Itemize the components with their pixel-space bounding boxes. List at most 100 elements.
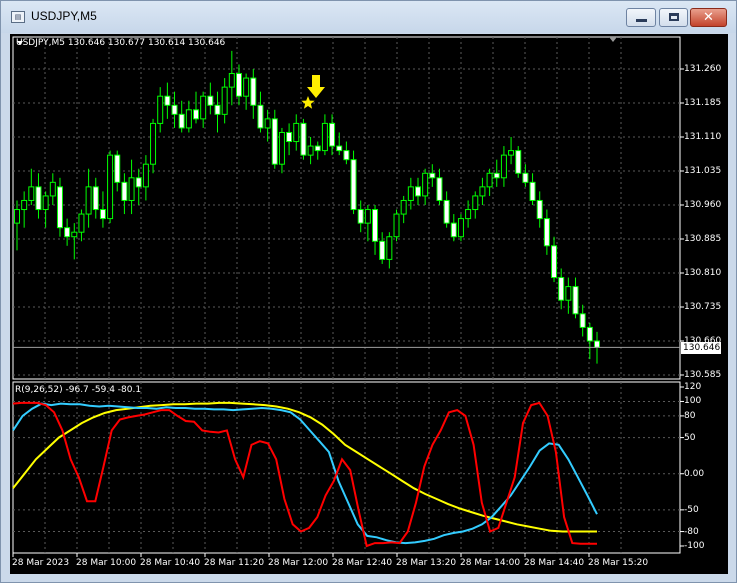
candle-body [56,186,63,229]
price-scale-label: 130.810 [684,268,722,278]
candle-body [157,95,164,124]
candle-body [508,150,515,156]
indicator-scale-label: -50 [684,504,699,515]
time-axis-label: 28 Mar 13:20 [396,558,457,568]
indicator-slow-line [12,401,597,533]
time-axis-label: 28 Mar 12:40 [332,558,393,568]
candle-body [357,209,364,224]
candle-body [300,122,307,156]
candle-body [250,77,257,106]
price-scale-label: 130.660 [684,336,722,346]
candle-body [35,186,42,211]
indicator-scale-label: -80 [684,526,699,537]
indicator-scale-label: 80 [684,410,696,421]
candle-body [121,181,128,201]
candle-body [364,209,371,224]
price-scale-label: 131.260 [684,64,722,74]
time-axis-label: 28 Mar 10:40 [140,558,201,568]
candle-body [414,186,421,197]
candle-body [515,150,522,174]
candle-body [142,163,149,188]
time-axis-label: 28 Mar 2023 [12,558,70,568]
candle-body [178,113,185,129]
time-axis-label: 28 Mar 10:00 [76,558,137,568]
candle-body [536,199,543,220]
candle-body [185,109,192,129]
candle-body [457,218,464,238]
candle-body [465,209,472,220]
indicator-scale-label: 100 [684,396,702,407]
candle-body [400,199,407,215]
candle-body [228,73,235,88]
candle-body [422,172,429,197]
candle-body [135,177,142,188]
indicator-panel-frame [12,381,681,554]
candle-body [329,122,336,147]
candle-body [99,209,106,220]
candle-body [271,118,278,165]
candle-body [200,95,207,120]
candle-body [193,109,200,120]
candle-body [336,145,343,152]
candle-body [307,145,314,156]
candle-body [128,177,135,201]
candle-body [49,181,56,197]
candle-body [42,195,49,211]
indicator-scale-label: 0.00 [684,468,705,479]
price-scale-label: 131.110 [684,132,722,142]
price-scale-label: 131.035 [684,166,722,176]
candle-body [235,73,242,97]
candle-body [436,177,443,201]
price-scale-label: 131.185 [684,98,722,108]
candle-body [257,104,264,129]
candle-body [214,104,221,115]
candle-body [379,240,386,260]
candle-body [92,186,99,211]
candle-body [286,131,293,143]
candle-body [594,340,600,348]
candle-body [443,199,450,224]
candle-body [529,181,536,201]
price-scale-label: 130.885 [684,234,722,244]
candle-body [64,227,71,238]
candle-body [107,154,114,220]
time-axis-label: 28 Mar 12:00 [268,558,329,568]
candle-body [450,222,457,238]
chart-canvas[interactable] [1,1,737,584]
price-scale-label: 130.960 [684,200,722,210]
price-scale-label: 130.585 [684,370,722,380]
candle-body [28,186,35,201]
indicator-scale-label: 50 [684,432,696,443]
candle-body [171,104,178,115]
candle-body [551,245,558,279]
candle-body [293,122,300,143]
signal-arrow-down-icon [307,75,325,98]
candle-body [314,145,321,152]
candle-body [386,236,393,260]
candle-body [78,213,85,233]
time-axis-label: 28 Mar 11:20 [204,558,265,568]
candle-body [586,326,593,342]
candle-body [572,286,579,315]
symbol-ohlc-label: USDJPY,M5 130.646 130.677 130.614 130.64… [16,38,226,48]
indicator-scale-label: 120 [684,382,702,392]
chart-shift-icon [609,37,617,42]
candle-body [221,86,228,115]
candle-body [343,150,350,161]
candle-body [493,172,500,179]
candle-body [264,118,271,129]
candle-body [486,172,493,188]
time-axis-label: 28 Mar 15:20 [588,558,649,568]
candle-body [278,131,285,165]
candle-body [565,286,572,301]
signal-star-icon [301,96,315,109]
candle-body [21,199,28,211]
candle-body [429,172,436,179]
candle-body [407,186,414,201]
candle-body [472,195,479,211]
chart-window: ▤ USDJPY,M5 ✕ USDJPY,M5 130.646 130.677 … [0,0,737,583]
price-scale-label: 130.735 [684,302,722,312]
candle-body [350,159,357,211]
candle-body [164,95,171,106]
indicator-label: R(9,26,52) -96.7 -59.4 -80.1 [15,385,142,395]
